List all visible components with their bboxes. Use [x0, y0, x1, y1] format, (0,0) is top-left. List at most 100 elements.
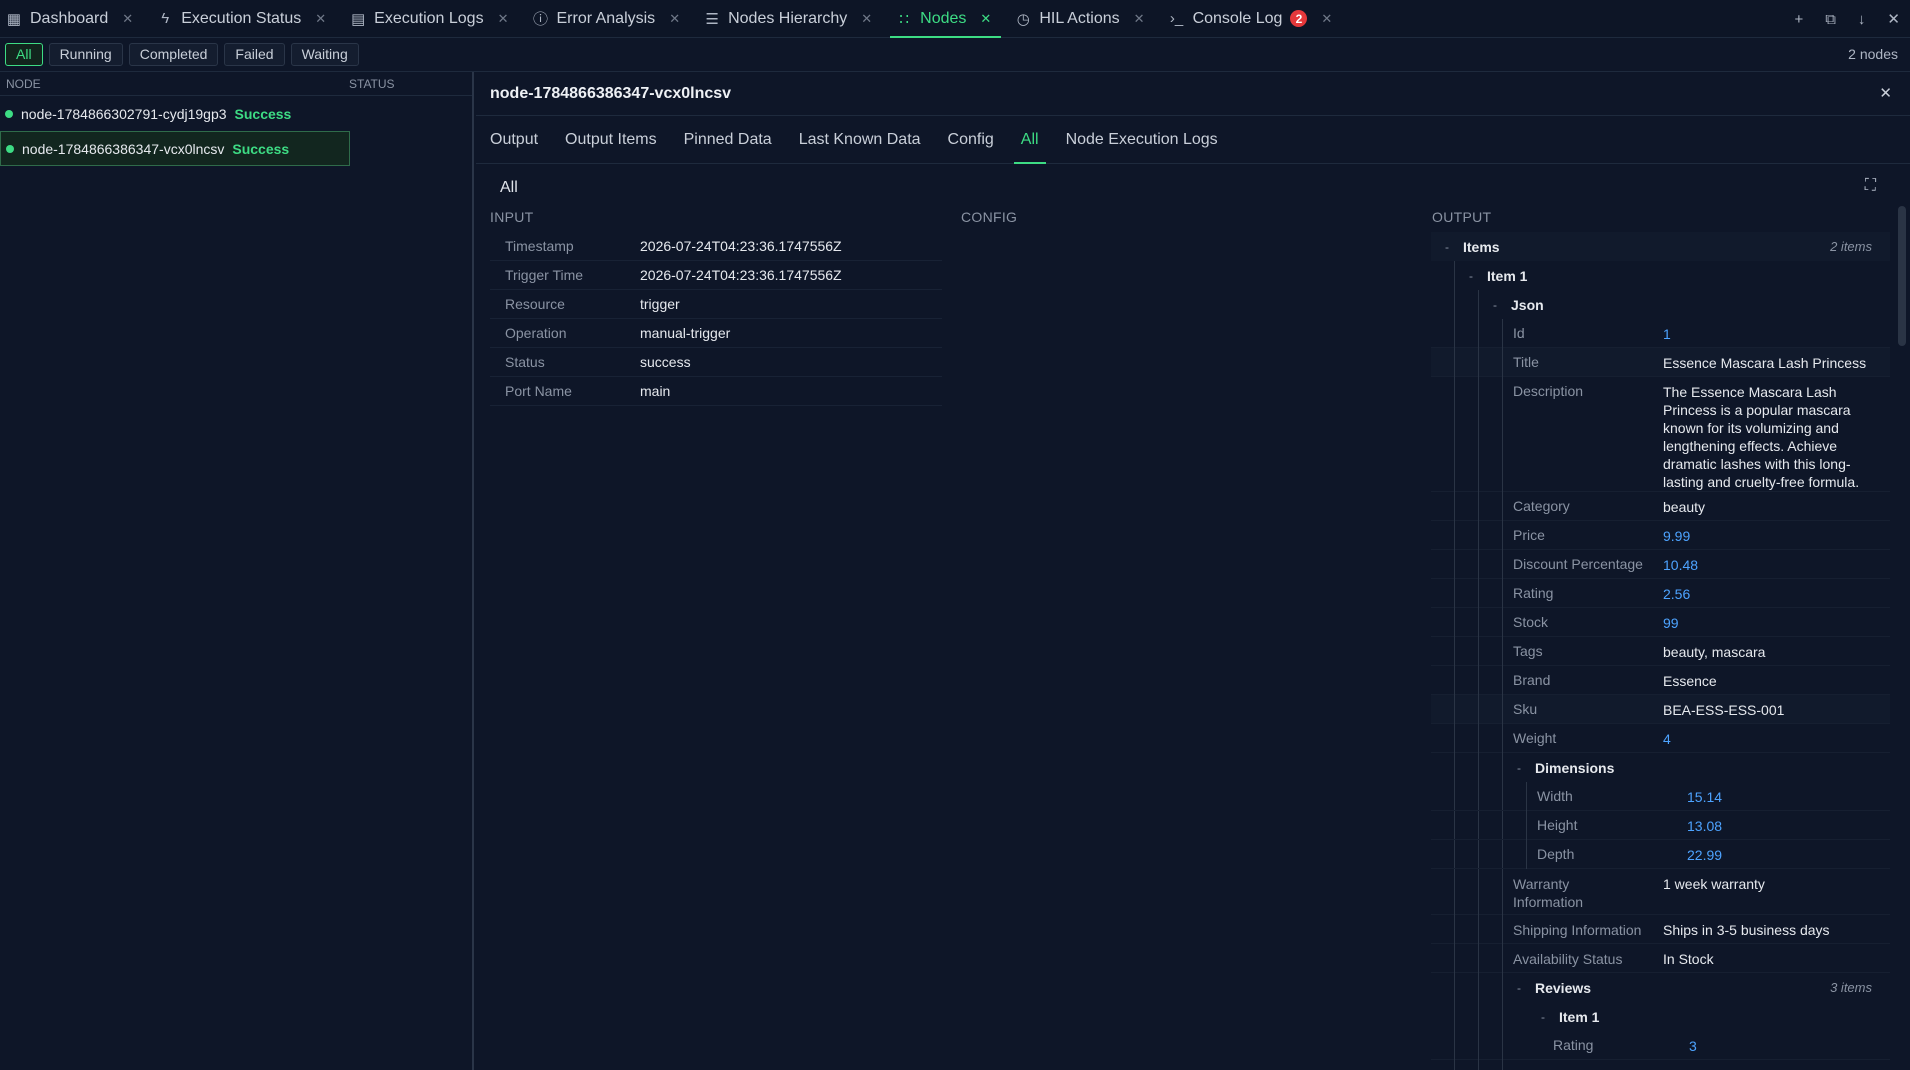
- tree-node-json[interactable]: - Json: [1431, 290, 1890, 319]
- input-value: success: [640, 354, 691, 370]
- filter-completed-button[interactable]: Completed: [128, 43, 219, 66]
- field-key: Sku: [1513, 701, 1538, 717]
- collapse-icon[interactable]: -: [1487, 298, 1503, 312]
- close-tab-icon[interactable]: ✕: [1321, 11, 1332, 27]
- nodes-icon: ∷: [899, 10, 909, 28]
- collapse-icon[interactable]: -: [1511, 981, 1527, 995]
- field-key: Warranty Information: [1513, 876, 1584, 910]
- field-key: Discount Percentage: [1513, 556, 1643, 572]
- tab-nodes[interactable]: ∷ Nodes ✕: [890, 0, 1002, 38]
- tree-node-reviews[interactable]: - Reviews 3 items: [1431, 973, 1890, 1002]
- close-tab-icon[interactable]: ✕: [980, 11, 991, 27]
- tab-execution-status[interactable]: ϟ Execution Status ✕: [151, 0, 336, 37]
- field-value: Essence: [1663, 673, 1717, 689]
- tab-badge: 2: [1290, 10, 1308, 27]
- tab-label: Error Analysis: [556, 9, 656, 27]
- collapse-icon[interactable]: -: [1439, 240, 1455, 254]
- filter-failed-button[interactable]: Failed: [224, 43, 285, 66]
- tree-node-items[interactable]: - Items 2 items: [1431, 232, 1890, 261]
- field-value: 22.99: [1687, 847, 1723, 863]
- items-count: 2 items: [1830, 239, 1872, 254]
- close-tab-icon[interactable]: ✕: [669, 11, 680, 27]
- fullscreen-icon[interactable]: ⛶: [1865, 177, 1876, 195]
- close-icon[interactable]: ✕: [1887, 10, 1900, 28]
- field-key: Height: [1537, 817, 1578, 833]
- input-key: Operation: [505, 325, 567, 341]
- output-tree: - Items 2 items - Item 1 - Json Id 1 Title…: [1431, 232, 1890, 1070]
- tree-node-review-item-1[interactable]: - Item 1: [1431, 1002, 1890, 1031]
- subtab-config[interactable]: Config: [941, 116, 1001, 163]
- tab-console-log[interactable]: ›_ Console Log 2 ✕: [1163, 0, 1343, 37]
- field-value: 9.99: [1663, 528, 1691, 544]
- input-value: manual-trigger: [640, 325, 731, 341]
- tab-label: Nodes Hierarchy: [728, 9, 848, 27]
- tab-error-analysis[interactable]: ⓘ Error Analysis ✕: [526, 0, 690, 37]
- tree-node-item-1[interactable]: - Item 1: [1431, 261, 1890, 290]
- tree-node-dimensions[interactable]: - Dimensions: [1431, 753, 1890, 782]
- close-tab-icon[interactable]: ✕: [498, 11, 509, 27]
- close-tab-icon[interactable]: ✕: [1134, 11, 1145, 27]
- tab-dashboard[interactable]: ▦ Dashboard ✕: [0, 0, 143, 37]
- collapse-icon[interactable]: -: [1463, 269, 1479, 283]
- tab-label: Execution Logs: [374, 9, 484, 27]
- field-key: Brand: [1513, 672, 1551, 688]
- input-value: 2026-07-24T04:23:36.1747556Z: [640, 238, 842, 254]
- node-detail-title: node-1784866386347-vcx0lncsv: [476, 72, 1910, 116]
- field-key: Availability Status: [1513, 951, 1623, 967]
- field-key: Shipping Information: [1513, 922, 1642, 938]
- field-row: Price 9.99: [1431, 521, 1890, 550]
- input-value: 2026-07-24T04:23:36.1747556Z: [640, 267, 842, 283]
- subtab-all[interactable]: All: [1013, 116, 1046, 164]
- grid-icon: ▦: [6, 10, 22, 28]
- top-tab-bar: ▦ Dashboard ✕ ϟ Execution Status ✕ ▤ Execution …: [0, 0, 1910, 38]
- input-key: Resource: [505, 296, 565, 312]
- filter-all-button[interactable]: All: [5, 43, 43, 66]
- download-icon[interactable]: ↓: [1858, 11, 1866, 28]
- node-row[interactable]: node-1784866302791-cydj19gp3 Success: [0, 96, 350, 131]
- close-tab-icon[interactable]: ✕: [315, 11, 326, 27]
- tab-hil-actions[interactable]: ◷ HIL Actions ✕: [1009, 0, 1154, 37]
- popout-icon[interactable]: ⧉: [1825, 11, 1836, 28]
- reviews-count: 3 items: [1830, 980, 1872, 995]
- close-tab-icon[interactable]: ✕: [122, 11, 133, 27]
- col-status-header: STATUS: [349, 76, 395, 91]
- input-key: Status: [505, 354, 545, 370]
- tab-nodes-hierarchy[interactable]: ☰ Nodes Hierarchy ✕: [698, 0, 882, 37]
- filter-running-button[interactable]: Running: [48, 43, 123, 66]
- config-heading: CONFIG: [961, 209, 1018, 225]
- subtab-node-execution-logs[interactable]: Node Execution Logs: [1059, 116, 1225, 163]
- field-value: beauty, mascara: [1663, 644, 1766, 660]
- field-row: Title Essence Mascara Lash Princess: [1431, 348, 1890, 377]
- subtab-pinned-data[interactable]: Pinned Data: [677, 116, 779, 163]
- field-row: Tags beauty, mascara: [1431, 637, 1890, 666]
- filter-waiting-button[interactable]: Waiting: [290, 43, 359, 66]
- subtab-output[interactable]: Output: [483, 116, 545, 163]
- field-value: 2.56: [1663, 586, 1691, 602]
- bolt-icon: ϟ: [161, 10, 170, 27]
- output-scrollbar[interactable]: [1898, 206, 1906, 346]
- tab-label: Console Log: [1192, 9, 1283, 27]
- subtab-last-known-data[interactable]: Last Known Data: [792, 116, 928, 163]
- close-tab-icon[interactable]: ✕: [861, 11, 872, 27]
- node-list-panel: NODE STATUS node-1784866302791-cydj19gp3…: [0, 72, 474, 1070]
- field-row: Description The Essence Mascara Lash Prin…: [1431, 377, 1890, 492]
- input-heading: INPUT: [490, 209, 534, 225]
- collapse-icon[interactable]: -: [1511, 761, 1527, 775]
- field-key: Category: [1513, 498, 1570, 514]
- field-row: Availability Status In Stock: [1431, 944, 1890, 973]
- node-count: 2 nodes: [1848, 46, 1898, 62]
- status-badge: Success: [232, 140, 290, 157]
- field-key: Weight: [1513, 730, 1557, 746]
- field-value: The Essence Mascara Lash Princess is a p…: [1663, 384, 1860, 490]
- subtab-output-items[interactable]: Output Items: [558, 116, 664, 163]
- field-key: Width: [1537, 788, 1573, 804]
- field-value: Essence Mascara Lash Princess: [1663, 355, 1867, 371]
- node-row[interactable]: node-1784866386347-vcx0lncsv Success: [0, 131, 350, 166]
- add-tab-icon[interactable]: +: [1794, 11, 1803, 28]
- field-value: 1 week warranty: [1663, 876, 1765, 892]
- field-row: Weight 4: [1431, 724, 1890, 753]
- tab-execution-logs[interactable]: ▤ Execution Logs ✕: [344, 0, 518, 37]
- close-detail-icon[interactable]: ✕: [1879, 84, 1892, 102]
- collapse-icon[interactable]: -: [1535, 1010, 1551, 1024]
- input-row: Operation manual-trigger: [490, 319, 942, 348]
